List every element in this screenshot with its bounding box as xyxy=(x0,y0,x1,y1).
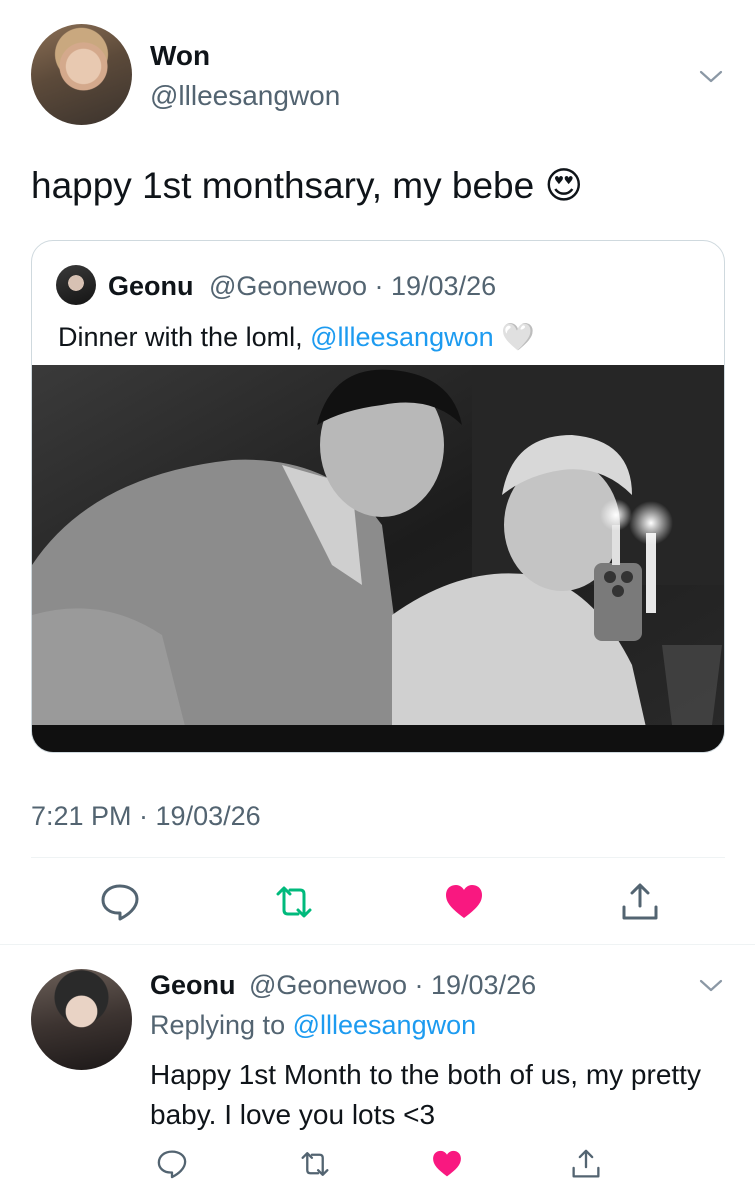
reply-handle-date: @Geonewoo · 19/03/26 xyxy=(249,970,537,1000)
chevron-down-icon[interactable] xyxy=(696,61,726,91)
reply-chevron-down-icon[interactable] xyxy=(696,970,726,1000)
reply-author-name[interactable]: Geonu xyxy=(150,970,236,1001)
quoted-mention-link[interactable]: @llleesangwon xyxy=(310,322,494,352)
quoted-photo[interactable] xyxy=(32,365,725,753)
reply-heart-icon[interactable] xyxy=(430,1147,464,1181)
author-name[interactable]: Won xyxy=(150,40,210,72)
quoted-tweet-card[interactable]: Geonu @Geonewoo · 19/03/26 Dinner with t… xyxy=(31,240,725,753)
quoted-handle-date: @Geonewoo · 19/03/26 xyxy=(209,271,497,301)
tweet-timestamp[interactable]: 7:21 PM · 19/03/26 xyxy=(31,801,261,832)
share-icon[interactable] xyxy=(618,880,662,924)
quoted-tweet-text: Dinner with the loml, @llleesangwon 🤍 xyxy=(58,321,535,353)
divider xyxy=(31,857,725,858)
replying-to-label: Replying to xyxy=(150,1010,293,1040)
reply-speech-bubble-icon[interactable] xyxy=(155,1147,189,1181)
quoted-author-name: Geonu xyxy=(108,271,194,301)
quoted-text-prefix: Dinner with the loml, xyxy=(58,322,311,352)
reply-retweet-icon[interactable] xyxy=(298,1147,332,1181)
quoted-author-avatar xyxy=(56,265,96,305)
tweet-text: happy 1st monthsary, my bebe 😍 xyxy=(31,165,584,206)
speech-bubble-icon[interactable] xyxy=(98,880,142,924)
heart-icon[interactable] xyxy=(442,880,486,924)
replying-to-mention[interactable]: @llleesangwon xyxy=(293,1010,477,1040)
author-avatar[interactable] xyxy=(31,24,132,125)
section-divider xyxy=(0,944,755,945)
replying-to: Replying to @llleesangwon xyxy=(150,1010,476,1041)
reply-text: Happy 1st Month to the both of us, my pr… xyxy=(150,1059,701,1130)
retweet-icon[interactable] xyxy=(272,880,316,924)
reply-author-avatar[interactable] xyxy=(31,969,132,1070)
reply-share-icon[interactable] xyxy=(569,1147,603,1181)
author-handle[interactable]: @llleesangwon xyxy=(150,80,340,112)
white-heart-emoji: 🤍 xyxy=(501,322,535,352)
